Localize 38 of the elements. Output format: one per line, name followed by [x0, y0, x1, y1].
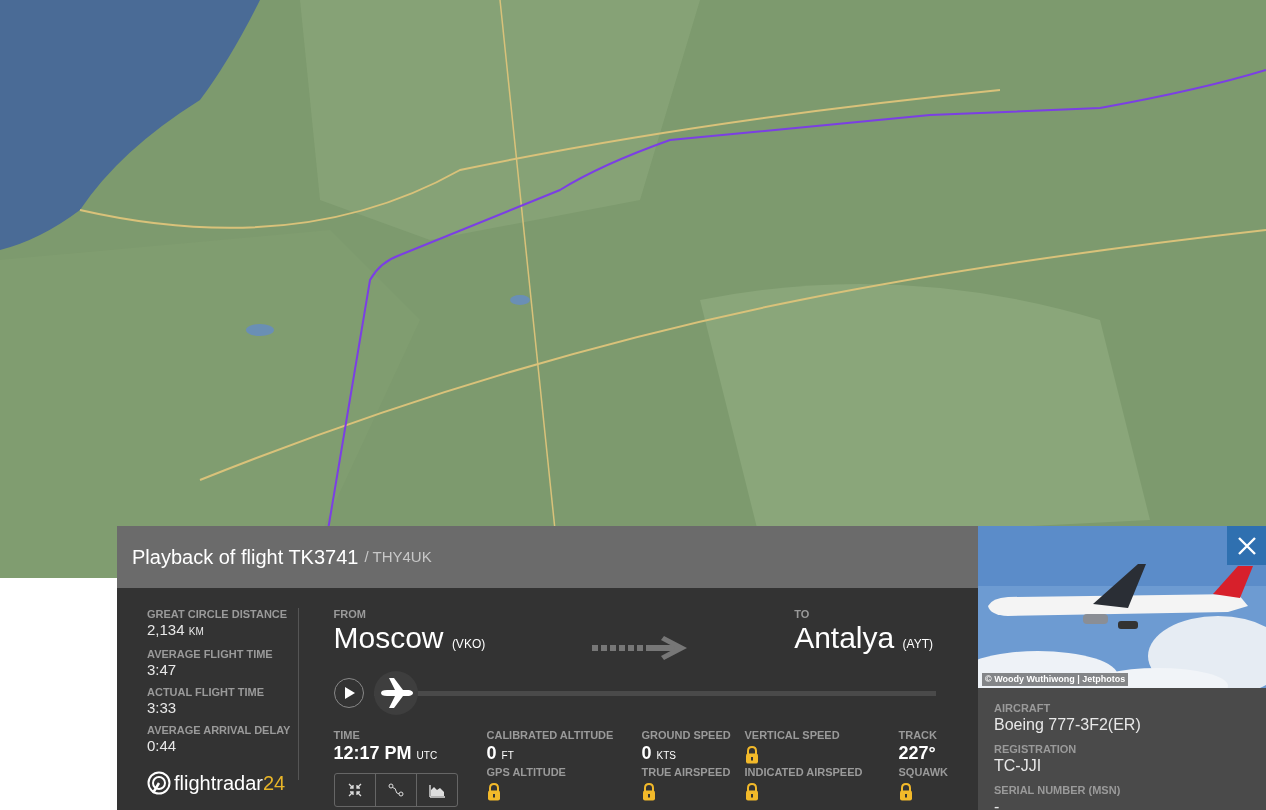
reading-value: 0 FT — [486, 742, 515, 765]
reading-label: SQUAWK — [898, 766, 948, 779]
stat-label: GREAT CIRCLE DISTANCE — [147, 608, 289, 621]
plane-slider-handle[interactable] — [373, 671, 418, 715]
reading-label: TRACK — [898, 729, 938, 742]
reading-label: GROUND SPEED — [641, 729, 732, 742]
aircraft-label: AIRCRAFT — [994, 702, 1052, 715]
route-icon — [386, 781, 405, 799]
destination-city: Antalya (AYT) — [794, 621, 933, 656]
stat-label: ACTUAL FLIGHT TIME — [147, 686, 266, 699]
time-value: 12:17 PM UTC — [333, 742, 439, 765]
stat-value: 3:47 — [147, 661, 178, 679]
origin-city: Moscow (VKO) — [333, 621, 486, 656]
route-arrow-icon — [591, 635, 688, 661]
time-label: TIME — [333, 729, 361, 742]
reading-value: 0 KTS — [641, 742, 677, 765]
reading-label: INDICATED AIRSPEED — [744, 766, 864, 779]
aircraft-label: REGISTRATION — [994, 743, 1078, 756]
reading-value: 227° — [898, 742, 937, 764]
stat-label: AVERAGE FLIGHT TIME — [147, 648, 274, 661]
reading-label: GPS ALTITUDE — [486, 766, 567, 779]
reading-label: TRUE AIRSPEED — [641, 766, 732, 779]
reading-label: CALIBRATED ALTITUDE — [486, 729, 615, 742]
radar-logo-icon — [147, 771, 171, 795]
aircraft-value: TC-JJI — [994, 756, 1043, 775]
aircraft-value: Boeing 777-3F2(ER) — [994, 715, 1142, 734]
photo-credit: © Woody Wuthiwong | Jetphotos — [982, 672, 1129, 686]
destination-label: TO — [794, 608, 811, 621]
stat-value: 0:44 — [147, 737, 178, 755]
origin-label: FROM — [333, 608, 367, 621]
stat-value: 2,134 KM — [147, 621, 205, 640]
aircraft-label: SERIAL NUMBER (MSN) — [994, 784, 1122, 797]
logo-text: flightradar24 — [174, 771, 286, 796]
stat-value: 3:33 — [147, 699, 178, 717]
reading-label: VERTICAL SPEED — [744, 729, 841, 742]
play-icon — [342, 687, 355, 699]
aircraft-value: - — [994, 797, 1001, 810]
stat-label: AVERAGE ARRIVAL DELAY — [147, 724, 292, 737]
